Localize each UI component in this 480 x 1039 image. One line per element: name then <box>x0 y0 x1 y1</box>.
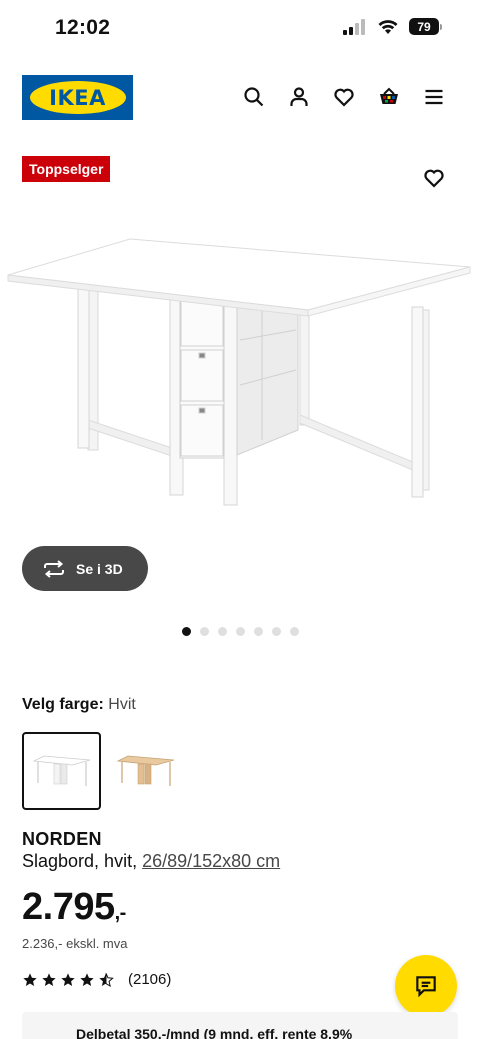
price-suffix: ,- <box>114 902 127 924</box>
half-star-icon <box>99 972 114 987</box>
status-icons: 79 <box>343 18 442 35</box>
logo-text: IKEA <box>49 85 106 110</box>
battery-indicator: 79 <box>409 18 442 35</box>
view-3d-label: Se i 3D <box>76 560 123 577</box>
color-swatch-birch[interactable] <box>106 732 185 810</box>
signal-icon <box>343 18 365 35</box>
status-time: 12:02 <box>55 16 111 39</box>
product-name: NORDEN <box>22 829 102 849</box>
status-bar: 12:02 79 <box>0 0 480 56</box>
product-image[interactable] <box>0 225 480 525</box>
finance-info-box[interactable]: Delbetal 350,-/mnd (9 mnd, eff. rente 8,… <box>22 1012 458 1039</box>
star-icon <box>23 972 37 986</box>
favourite-heart-icon[interactable] <box>422 166 446 190</box>
heart-icon[interactable] <box>332 85 356 109</box>
carousel-dot[interactable] <box>272 627 281 636</box>
product-price: 2.795,- <box>22 886 126 929</box>
battery-level: 79 <box>409 18 439 35</box>
color-select-title: Velg farge: <box>22 696 104 713</box>
star-icon <box>80 972 94 986</box>
wifi-icon <box>378 19 398 34</box>
carousel-dot[interactable] <box>290 627 299 636</box>
price-main: 2.795 <box>22 886 115 928</box>
image-carousel-dots <box>182 627 299 636</box>
site-header: IKEA <box>0 72 480 122</box>
chat-icon <box>416 976 436 998</box>
ikea-logo[interactable]: IKEA <box>22 75 133 120</box>
price-excl-vat: 2.236,- ekskl. mva <box>22 936 128 951</box>
search-icon[interactable] <box>242 85 266 109</box>
carousel-dot[interactable] <box>200 627 209 636</box>
finance-text: Delbetal 350,-/mnd (9 mnd, eff. rente 8,… <box>76 1026 353 1039</box>
product-description: Slagbord, hvit, 26/89/152x80 cm <box>22 851 280 872</box>
carousel-dot[interactable] <box>236 627 245 636</box>
carousel-dot[interactable] <box>182 627 191 636</box>
header-nav <box>242 85 446 109</box>
basket-icon[interactable] <box>377 85 401 109</box>
color-swatch-white[interactable] <box>22 732 101 810</box>
rotate-icon <box>44 559 64 578</box>
carousel-dot[interactable] <box>254 627 263 636</box>
star-icon <box>61 972 75 986</box>
product-rating[interactable]: (2106) <box>22 971 171 988</box>
chat-button[interactable] <box>395 955 457 1017</box>
menu-icon[interactable] <box>422 85 446 109</box>
rating-count: (2106) <box>128 971 172 988</box>
top-seller-badge: Toppselger <box>22 156 111 182</box>
product-type: Slagbord, hvit, <box>22 851 143 871</box>
color-select-value: Hvit <box>108 696 136 713</box>
profile-icon[interactable] <box>287 85 311 109</box>
star-icon <box>42 972 56 986</box>
color-select-label: Velg farge: Hvit <box>22 696 136 714</box>
product-size-link[interactable]: 26/89/152x80 cm <box>142 851 280 871</box>
view-3d-button[interactable]: Se i 3D <box>22 546 148 591</box>
carousel-dot[interactable] <box>218 627 227 636</box>
